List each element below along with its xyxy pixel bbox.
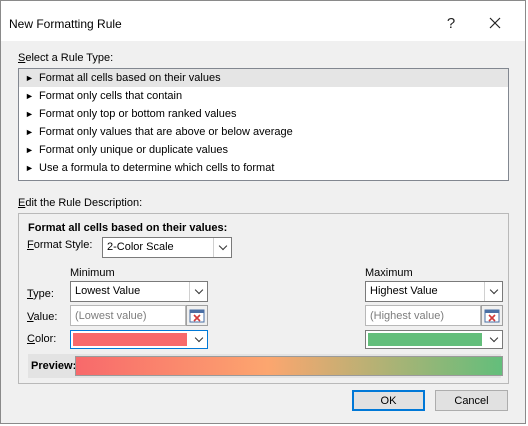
preview-gradient <box>75 356 503 376</box>
rule-arrow-icon: ► <box>25 127 34 137</box>
close-button[interactable] <box>483 11 507 35</box>
value-label: Value: <box>27 311 58 323</box>
minimum-range-picker-button[interactable] <box>186 305 208 326</box>
chevron-down-icon <box>484 282 502 301</box>
chevron-down-icon <box>485 331 502 348</box>
range-select-icon <box>189 309 205 322</box>
new-formatting-rule-dialog: New Formatting Rule ? Select a Rule Type… <box>0 0 526 424</box>
maximum-range-picker-button[interactable] <box>481 305 503 326</box>
rule-description-section-label: Edit the Rule Description: <box>18 197 143 209</box>
rule-arrow-icon: ► <box>25 73 34 83</box>
maximum-value-input[interactable] <box>366 306 480 325</box>
format-style-select[interactable]: 2-Color Scale <box>102 237 232 258</box>
minimum-value-field[interactable] <box>70 305 186 326</box>
type-label: Type: <box>27 288 54 300</box>
rule-arrow-icon: ► <box>25 163 34 173</box>
help-button[interactable]: ? <box>439 11 463 35</box>
format-style-label: Format Style: <box>27 239 93 251</box>
minimum-value-input[interactable] <box>71 306 185 325</box>
rule-type-list[interactable]: ► Format all cells based on their values … <box>18 68 509 181</box>
rule-type-item[interactable]: ► Format only top or bottom ranked values <box>19 105 508 123</box>
rule-arrow-icon: ► <box>25 91 34 101</box>
rule-arrow-icon: ► <box>25 109 34 119</box>
rule-type-section-label: Select a Rule Type: <box>18 52 114 64</box>
close-icon <box>489 17 501 29</box>
minimum-color-swatch <box>73 333 187 346</box>
rule-arrow-icon: ► <box>25 145 34 155</box>
title-bar[interactable]: New Formatting Rule ? <box>1 1 525 41</box>
rule-type-item[interactable]: ► Use a formula to determine which cells … <box>19 159 508 177</box>
color-label: Color: <box>27 333 57 345</box>
maximum-heading: Maximum <box>365 267 413 279</box>
maximum-color-picker[interactable] <box>365 330 503 349</box>
dialog-title: New Formatting Rule <box>9 17 122 31</box>
rule-description-panel: Format all cells based on their values: … <box>18 213 509 384</box>
cancel-button[interactable]: Cancel <box>435 390 508 411</box>
chevron-down-icon <box>213 238 231 257</box>
rule-type-item[interactable]: ► Format all cells based on their values <box>19 69 508 87</box>
maximum-type-select[interactable]: Highest Value <box>365 281 503 302</box>
description-heading: Format all cells based on their values: <box>28 222 228 234</box>
rule-type-item[interactable]: ► Format only cells that contain <box>19 87 508 105</box>
ok-button[interactable]: OK <box>352 390 425 411</box>
minimum-type-select[interactable]: Lowest Value <box>70 281 208 302</box>
rule-type-item[interactable]: ► Format only unique or duplicate values <box>19 141 508 159</box>
minimum-heading: Minimum <box>70 267 115 279</box>
rule-type-item[interactable]: ► Format only values that are above or be… <box>19 123 508 141</box>
maximum-color-swatch <box>368 333 482 346</box>
chevron-down-icon <box>189 282 207 301</box>
preview-label: Preview: <box>31 360 77 372</box>
range-select-icon <box>484 309 500 322</box>
minimum-color-picker[interactable] <box>70 330 208 349</box>
maximum-value-field[interactable] <box>365 305 481 326</box>
chevron-down-icon <box>190 331 207 348</box>
